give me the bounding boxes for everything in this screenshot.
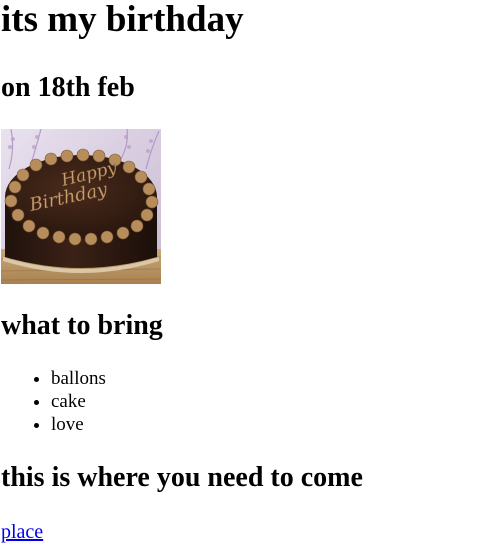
list-item: love: [51, 413, 106, 436]
page: its my birthday on 18th feb Happy Birthd…: [0, 0, 482, 556]
what-to-bring-heading: what to bring: [1, 310, 163, 341]
bring-list: ballons cake love: [1, 367, 106, 436]
birthday-cake-image: Happy Birthday: [1, 129, 161, 284]
list-item: cake: [51, 390, 106, 413]
page-title: its my birthday: [1, 0, 244, 40]
list-item: ballons: [51, 367, 106, 390]
birthday-date-heading: on 18th feb: [1, 72, 135, 103]
where-to-come-heading: this is where you need to come: [1, 462, 363, 493]
place-link[interactable]: place: [1, 520, 43, 544]
